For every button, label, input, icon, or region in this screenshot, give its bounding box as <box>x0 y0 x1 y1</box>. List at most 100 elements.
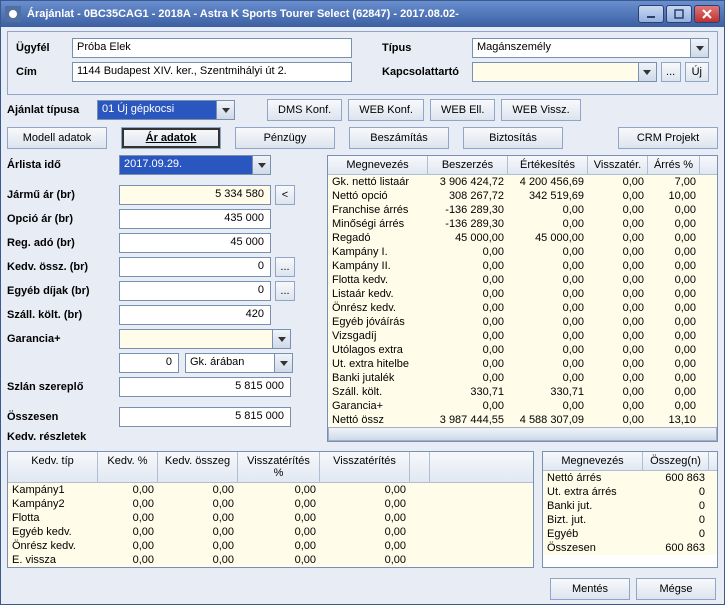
kedv-row[interactable]: Flotta0,000,000,000,00 <box>8 511 533 525</box>
grid-row[interactable]: Nettó opció308 267,72342 519,690,0010,00 <box>328 189 717 203</box>
grid-row[interactable]: Garancia+0,000,000,000,00 <box>328 399 717 413</box>
type-combo[interactable]: Magánszemély <box>472 38 709 58</box>
grid-row[interactable]: Regadó45 000,0045 000,000,000,00 <box>328 231 717 245</box>
tab-ar[interactable]: Ár adatok <box>121 127 221 149</box>
chevron-down-icon[interactable] <box>275 353 293 373</box>
grid-cell: 10,00 <box>648 189 700 203</box>
web-ell-button[interactable]: WEB Ell. <box>430 99 495 121</box>
price-field-value[interactable]: 45 000 <box>119 233 271 253</box>
cancel-button[interactable]: Mégse <box>636 578 716 600</box>
web-konf-button[interactable]: WEB Konf. <box>348 99 424 121</box>
grid-cell: 0,00 <box>428 329 508 343</box>
maximize-button[interactable] <box>666 5 692 23</box>
grid-cell: 0,00 <box>648 301 700 315</box>
grid-row[interactable]: Kampány II.0,000,000,000,00 <box>328 259 717 273</box>
address-field[interactable]: 1144 Budapest XIV. ker., Szentmihályi út… <box>72 62 352 82</box>
grid-cell: Vizsgadíj <box>328 329 428 343</box>
grid-cell: 0,00 <box>588 189 648 203</box>
crm-projekt-button[interactable]: CRM Projekt <box>618 127 718 149</box>
grid-scrollbar[interactable] <box>328 427 717 441</box>
summary-row[interactable]: Egyéb0 <box>543 527 717 541</box>
web-vissz-button[interactable]: WEB Vissz. <box>501 99 580 121</box>
grid-row[interactable]: Száll. költ.330,71330,710,000,00 <box>328 385 717 399</box>
grid-cell: 0,00 <box>648 203 700 217</box>
customer-field[interactable]: Próba Elek <box>72 38 352 58</box>
summary-row[interactable]: Banki jut.0 <box>543 499 717 513</box>
grid-cell: 0,00 <box>648 245 700 259</box>
grid-row[interactable]: Listaár kedv.0,000,000,000,00 <box>328 287 717 301</box>
grid-row[interactable]: Flotta kedv.0,000,000,000,00 <box>328 273 717 287</box>
grid-row[interactable]: Kampány I.0,000,000,000,00 <box>328 245 717 259</box>
offer-type-label: Ajánlat típusa <box>7 104 91 116</box>
tab-biztositas[interactable]: Biztosítás <box>463 127 563 149</box>
kedv-grid[interactable]: Kedv. típ Kedv. % Kedv. összeg Visszatér… <box>7 451 534 568</box>
grid-row[interactable]: Gk. nettó listaár3 906 424,724 200 456,6… <box>328 175 717 189</box>
grid-row[interactable]: Nettó össz3 987 444,554 588 307,090,0013… <box>328 413 717 427</box>
kedv-row[interactable]: Kampány20,000,000,000,00 <box>8 497 533 511</box>
grid-cell: -136 289,30 <box>428 203 508 217</box>
grid-cell: 0,00 <box>588 245 648 259</box>
kedv-row[interactable]: E. vissza0,000,000,000,00 <box>8 553 533 567</box>
kedv-cell: Kampány2 <box>8 497 98 511</box>
contact-combo[interactable] <box>472 62 657 82</box>
grid-row[interactable]: Minőségi árrés-136 289,300,000,000,00 <box>328 217 717 231</box>
kedv-cell: 0,00 <box>98 553 158 567</box>
grid-row[interactable]: Ut. extra hitelbe0,000,000,000,00 <box>328 357 717 371</box>
chevron-down-icon[interactable] <box>273 329 291 349</box>
chevron-down-icon[interactable] <box>691 38 709 58</box>
type-label: Típus <box>382 42 472 54</box>
summary-grid[interactable]: Megnevezés Összeg(n) Nettó árrés600 863U… <box>542 451 718 568</box>
grid-cell: Flotta kedv. <box>328 273 428 287</box>
arlista-combo[interactable]: 2017.09.29. <box>119 155 271 175</box>
field-extra-button[interactable]: ... <box>275 281 295 301</box>
kedv-cell: 0,00 <box>238 553 320 567</box>
tab-beszamitas[interactable]: Beszámítás <box>349 127 449 149</box>
close-button[interactable] <box>694 5 720 23</box>
kedv-cell: 0,00 <box>238 525 320 539</box>
garancia-mode-combo[interactable]: Gk. árában <box>185 353 293 373</box>
summary-row[interactable]: Bizt. jut.0 <box>543 513 717 527</box>
grid-cell: 4 588 307,09 <box>508 413 588 427</box>
summary-row[interactable]: Összesen600 863 <box>543 541 717 555</box>
price-field-value[interactable]: 420 <box>119 305 271 325</box>
app-icon <box>5 6 21 22</box>
grid-row[interactable]: Vizsgadíj0,000,000,000,00 <box>328 329 717 343</box>
price-field-value[interactable]: 435 000 <box>119 209 271 229</box>
chevron-down-icon[interactable] <box>253 155 271 175</box>
contact-new-button[interactable]: Új <box>685 62 709 82</box>
garancia-num[interactable]: 0 <box>119 353 179 373</box>
minimize-button[interactable] <box>638 5 664 23</box>
offer-type-combo[interactable]: 01 Új gépkocsi <box>97 100 235 120</box>
price-field-value[interactable]: 0 <box>119 257 271 277</box>
price-field-label: Jármű ár (br) <box>7 189 117 201</box>
price-field-value[interactable]: 5 334 580 <box>119 185 271 205</box>
kedv-row[interactable]: Kampány10,000,000,000,00 <box>8 483 533 497</box>
contact-dots-button[interactable]: ... <box>661 62 681 82</box>
kedv-row[interactable]: Önrész kedv.0,000,000,000,00 <box>8 539 533 553</box>
kedv-cell: 0,00 <box>158 511 238 525</box>
summary-row[interactable]: Ut. extra árrés0 <box>543 485 717 499</box>
kedv-cell: 0,00 <box>158 525 238 539</box>
field-extra-button[interactable]: ... <box>275 257 295 277</box>
field-extra-button[interactable]: < <box>275 185 295 205</box>
kedv-row[interactable]: Egyéb kedv.0,000,000,000,00 <box>8 525 533 539</box>
chevron-down-icon[interactable] <box>217 100 235 120</box>
chevron-down-icon[interactable] <box>639 62 657 82</box>
save-button[interactable]: Mentés <box>550 578 630 600</box>
tab-penzugy[interactable]: Pénzügy <box>235 127 335 149</box>
grid-row[interactable]: Egyéb jóváírás0,000,000,000,00 <box>328 315 717 329</box>
dms-konf-button[interactable]: DMS Konf. <box>267 99 342 121</box>
summary-row[interactable]: Nettó árrés600 863 <box>543 471 717 485</box>
titlebar: Árajánlat - 0BC35CAG1 - 2018A - Astra K … <box>1 1 724 27</box>
tab-modell[interactable]: Modell adatok <box>7 127 107 149</box>
main-grid[interactable]: Megnevezés Beszerzés Értékesítés Visszat… <box>327 155 718 442</box>
szlan-value: 5 815 000 <box>119 377 291 397</box>
garancia-combo[interactable] <box>119 329 291 349</box>
client-area: Ügyfél Próba Elek Típus Magánszemély Cím… <box>1 27 724 604</box>
price-field-value[interactable]: 0 <box>119 281 271 301</box>
grid-row[interactable]: Franchise árrés-136 289,300,000,000,00 <box>328 203 717 217</box>
grid-cell: 0,00 <box>428 399 508 413</box>
grid-row[interactable]: Utólagos extra0,000,000,000,00 <box>328 343 717 357</box>
grid-row[interactable]: Banki jutalék0,000,000,000,00 <box>328 371 717 385</box>
grid-row[interactable]: Önrész kedv.0,000,000,000,00 <box>328 301 717 315</box>
